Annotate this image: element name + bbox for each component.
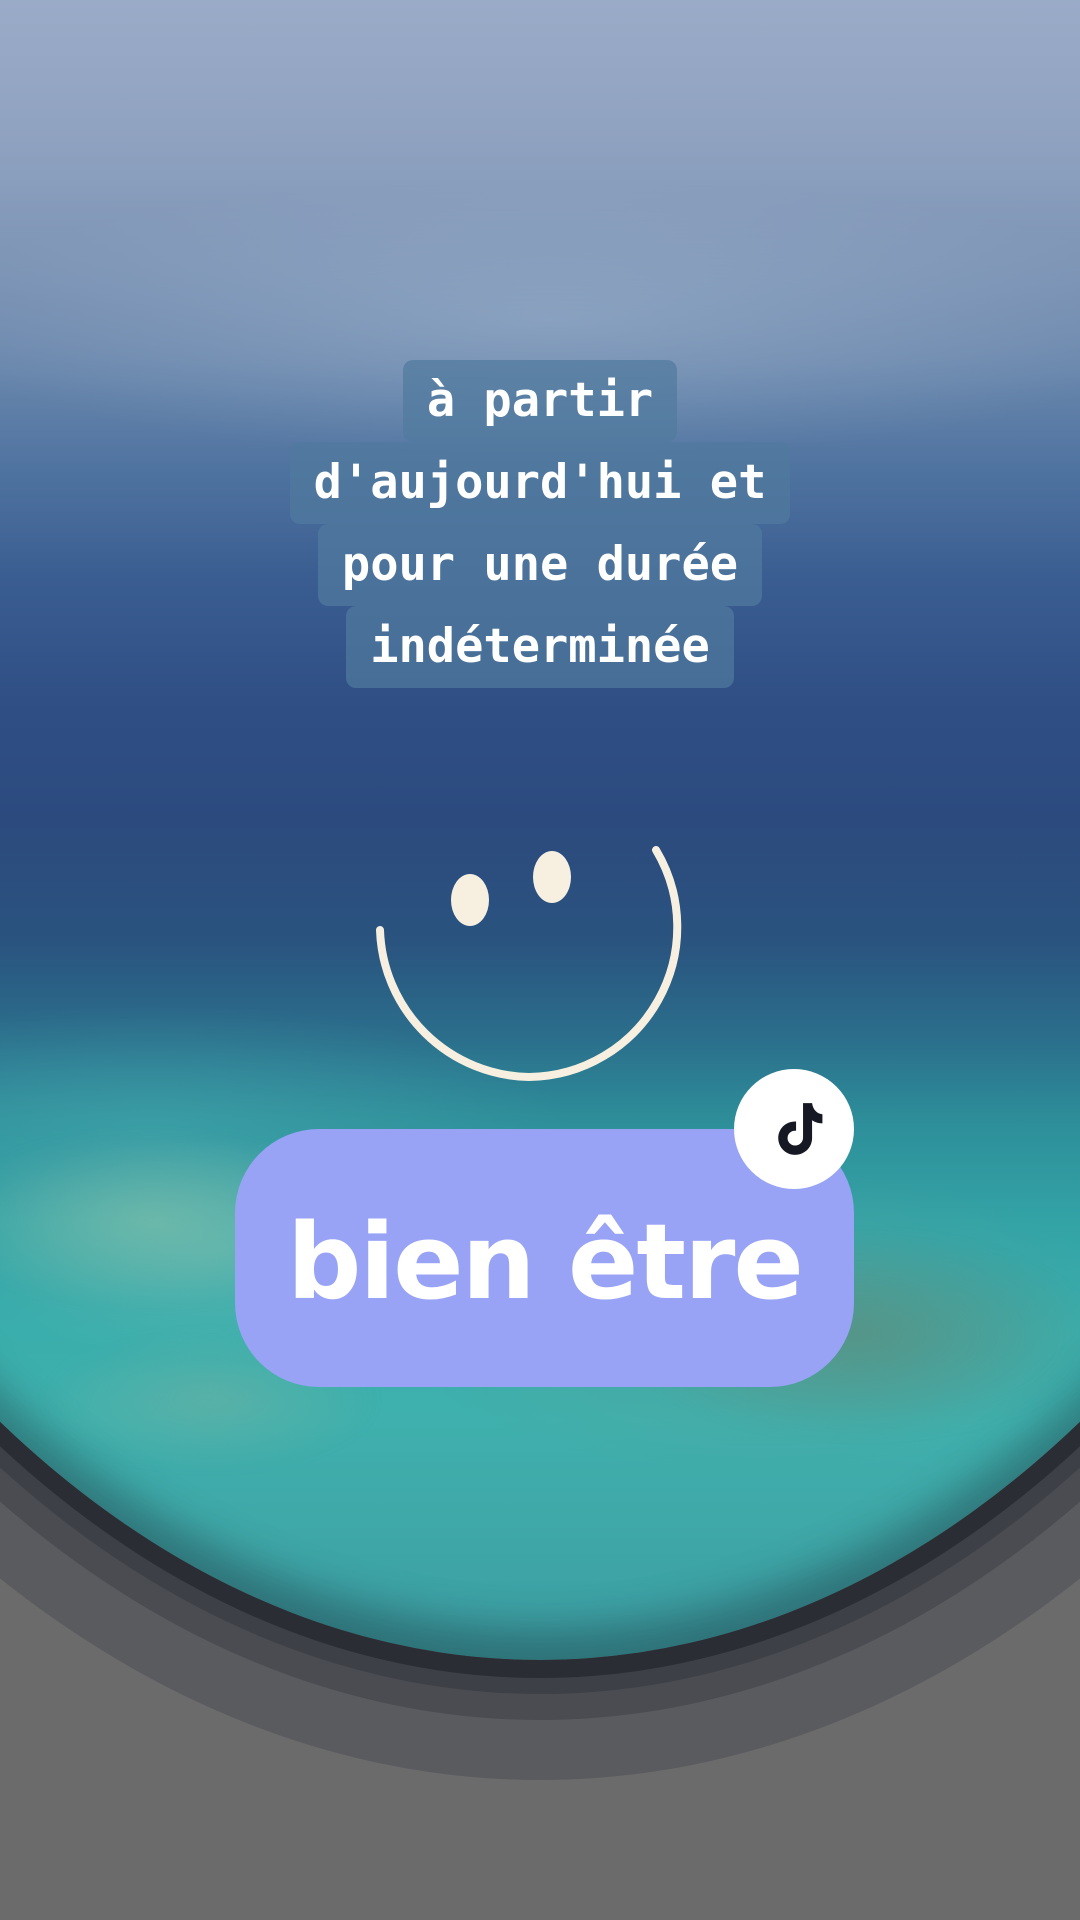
caption-text-block: à partir d'aujourd'hui et pour une durée…	[0, 360, 1080, 688]
tiktok-logo-icon	[734, 1069, 854, 1189]
tiktok-note-glyph	[778, 1103, 823, 1155]
caption-line: indéterminée	[346, 606, 734, 688]
sticker-label: bien être	[287, 1201, 804, 1323]
caption-line: à partir	[402, 360, 678, 442]
caption-line: d'aujourd'hui et	[289, 442, 791, 524]
smiley-mouth	[376, 846, 682, 1082]
smiley-left-eye	[451, 874, 489, 926]
smiley-face-icon	[376, 846, 682, 1082]
caption-line: pour une durée	[317, 524, 763, 606]
smiley-right-eye	[533, 851, 571, 903]
